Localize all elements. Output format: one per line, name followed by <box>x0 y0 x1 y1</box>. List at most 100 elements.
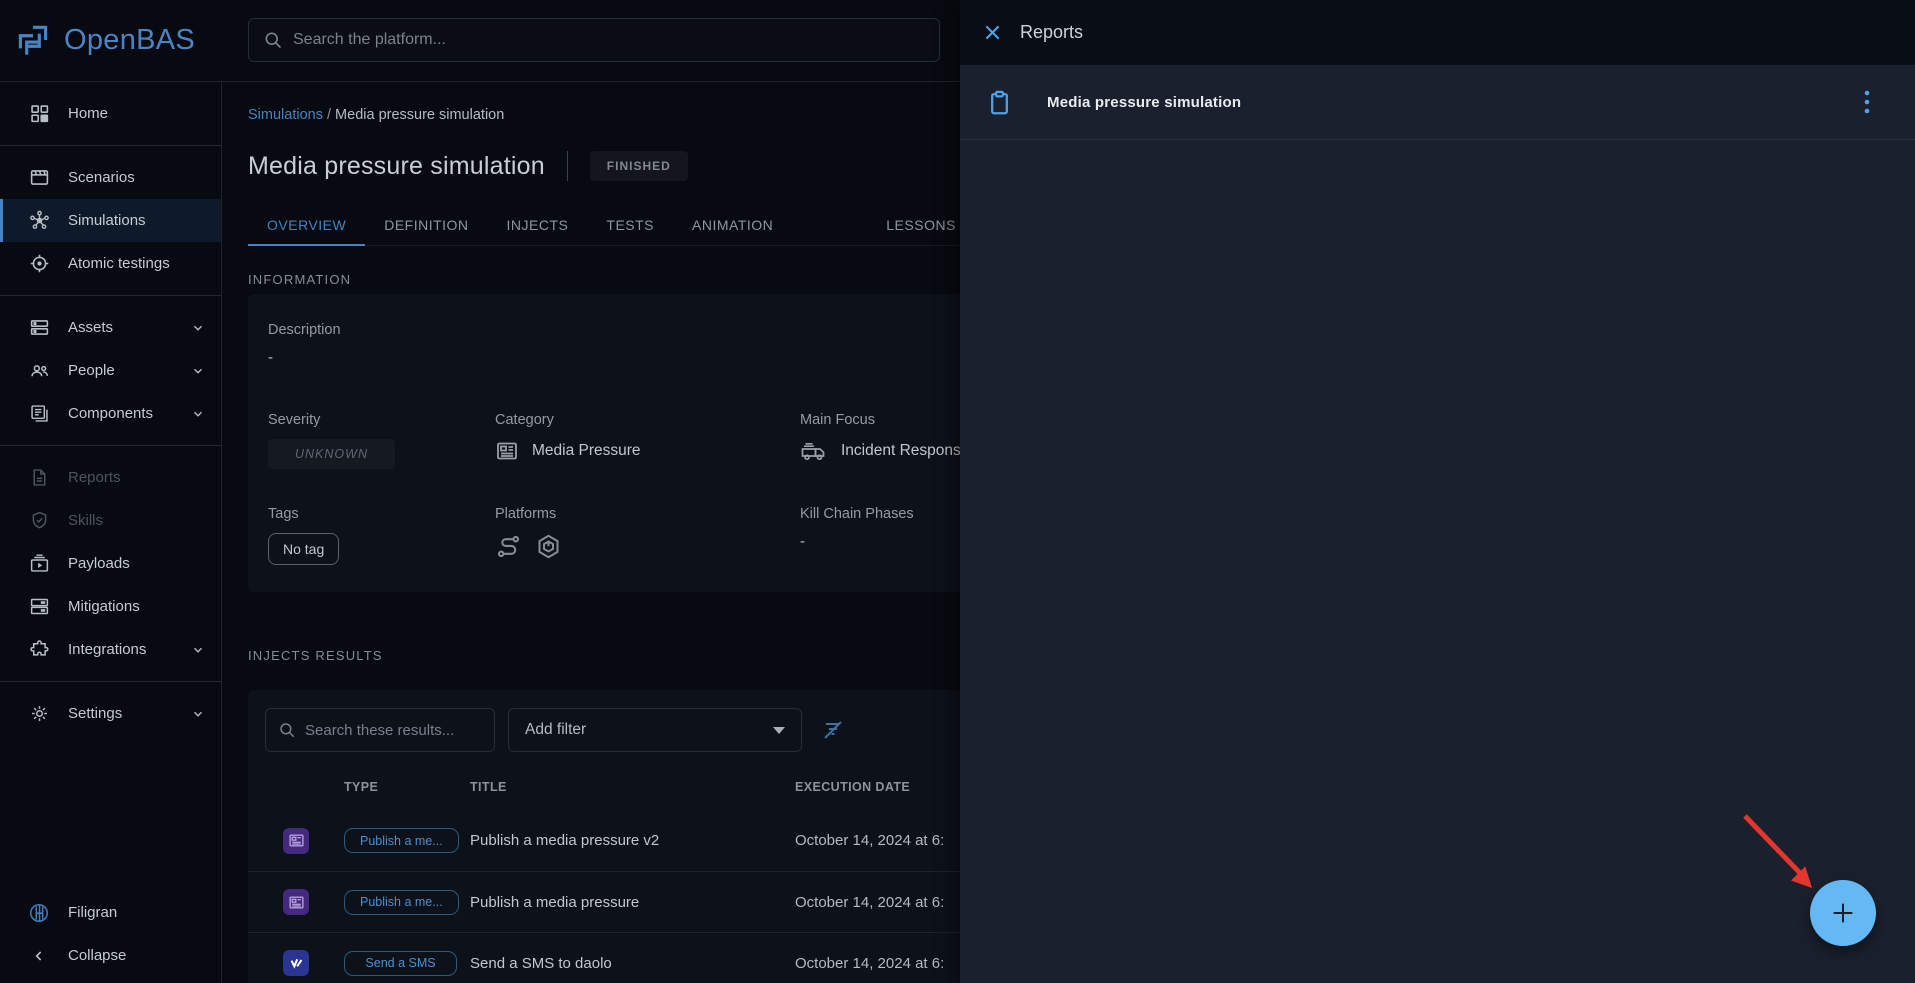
subscriptions-icon <box>28 553 50 574</box>
route-platform-icon <box>495 533 522 560</box>
sidebar-label: People <box>68 362 173 379</box>
shield-check-icon <box>28 510 50 531</box>
no-tag-chip: No tag <box>268 533 339 565</box>
sidebar-label: Collapse <box>68 947 205 964</box>
inject-type-chip[interactable]: Publish a me... <box>344 828 459 853</box>
main-focus-label: Main Focus <box>800 412 969 428</box>
app-logo[interactable]: OpenBAS <box>12 0 195 81</box>
description-label: Description <box>268 322 341 338</box>
tab-animation[interactable]: ANIMATION <box>673 204 792 245</box>
media-pressure-inject-icon <box>283 889 309 915</box>
column-header-title[interactable]: TITLE <box>470 780 795 794</box>
sidebar-item-components[interactable]: Components <box>0 392 221 435</box>
breadcrumb: Simulations / Media pressure simulation <box>248 107 504 123</box>
chevron-down-icon <box>191 643 205 657</box>
tags-label: Tags <box>268 506 339 522</box>
search-input[interactable] <box>293 31 925 49</box>
title-row: Media pressure simulation FINISHED <box>248 146 688 186</box>
movie-icon <box>28 167 50 188</box>
add-report-fab[interactable] <box>1810 880 1876 946</box>
inject-type-chip[interactable]: Send a SMS <box>344 951 457 976</box>
sidebar-item-mitigations[interactable]: Mitigations <box>0 585 221 628</box>
tab-lessons[interactable]: LESSONS <box>867 204 975 245</box>
extension-icon <box>28 639 50 660</box>
results-search-input[interactable] <box>305 722 482 739</box>
tab-injects[interactable]: INJECTS <box>488 204 588 245</box>
sidebar-item-atomic-testings[interactable]: Atomic testings <box>0 242 221 285</box>
severity-field: Severity UNKNOWN <box>268 412 395 469</box>
sidebar-item-integrations[interactable]: Integrations <box>0 628 221 671</box>
inject-title: Publish a media pressure v2 <box>470 832 795 849</box>
sidebar-label: Scenarios <box>68 169 205 186</box>
description-field: Description - <box>268 322 341 366</box>
page-title: Media pressure simulation <box>248 152 545 181</box>
sidebar-item-filigran[interactable]: Filigran <box>0 891 221 934</box>
column-header-type[interactable]: TYPE <box>344 780 470 794</box>
dashboard-icon <box>28 103 50 124</box>
search-icon <box>278 721 296 739</box>
inject-title: Send a SMS to daolo <box>470 955 795 972</box>
gear-icon <box>28 703 50 724</box>
chevron-down-icon <box>191 364 205 378</box>
sidebar-item-scenarios[interactable]: Scenarios <box>0 156 221 199</box>
breadcrumb-separator: / <box>327 107 335 123</box>
reports-drawer: Reports Media pressure simulation <box>960 0 1915 983</box>
firetruck-icon <box>800 439 828 463</box>
status-badge: FINISHED <box>590 151 688 181</box>
sidebar-divider <box>0 295 221 296</box>
breadcrumb-current: Media pressure simulation <box>335 107 504 123</box>
platforms-field: Platforms <box>495 506 562 560</box>
storage-icon <box>28 317 50 338</box>
breadcrumb-simulations-link[interactable]: Simulations <box>248 107 323 123</box>
sidebar-divider <box>0 445 221 446</box>
sidebar-item-reports[interactable]: Reports <box>0 456 221 499</box>
category-value: Media Pressure <box>532 442 641 460</box>
newspaper-icon <box>495 439 519 463</box>
hub-icon <box>28 210 50 231</box>
tab-tests[interactable]: TESTS <box>587 204 673 245</box>
chevron-left-icon <box>28 948 50 964</box>
report-list-item[interactable]: Media pressure simulation <box>960 65 1915 140</box>
sidebar-divider <box>0 145 221 146</box>
sidebar-label: Components <box>68 405 173 422</box>
drawer-title: Reports <box>1020 22 1083 43</box>
sidebar-item-simulations[interactable]: Simulations <box>0 199 221 242</box>
drawer-header: Reports <box>960 0 1915 65</box>
kill-chain-field: Kill Chain Phases - <box>800 506 914 550</box>
close-icon[interactable] <box>982 22 1003 43</box>
openbas-logo-icon <box>12 20 54 62</box>
sidebar-label: Assets <box>68 319 173 336</box>
add-filter-select[interactable]: Add filter <box>508 708 802 752</box>
clipboard-icon <box>986 89 1013 116</box>
clear-filters-icon[interactable] <box>821 718 845 742</box>
sidebar-item-skills[interactable]: Skills <box>0 499 221 542</box>
chevron-down-icon <box>191 407 205 421</box>
plus-icon <box>1828 898 1858 928</box>
sidebar-item-home[interactable]: Home <box>0 92 221 135</box>
platform-search[interactable] <box>248 18 940 62</box>
sidebar-item-payloads[interactable]: Payloads <box>0 542 221 585</box>
sidebar-divider <box>0 681 221 682</box>
kill-chain-value: - <box>800 533 914 550</box>
main-focus-field: Main Focus Incident Response <box>800 412 969 463</box>
chevron-down-icon <box>191 707 205 721</box>
tags-field: Tags No tag <box>268 506 339 565</box>
category-field: Category Media Pressure <box>495 412 641 463</box>
sidebar-label: Payloads <box>68 555 205 572</box>
results-search[interactable] <box>265 708 495 752</box>
title-divider <box>567 151 568 181</box>
kebab-menu-icon[interactable] <box>1863 89 1871 115</box>
tab-overview[interactable]: OVERVIEW <box>248 204 365 245</box>
sidebar-label: Skills <box>68 512 205 529</box>
inject-title: Publish a media pressure <box>470 894 795 911</box>
inject-type-chip[interactable]: Publish a me... <box>344 890 459 915</box>
sidebar-item-assets[interactable]: Assets <box>0 306 221 349</box>
sidebar-collapse-button[interactable]: Collapse <box>0 934 221 977</box>
sidebar-item-people[interactable]: People <box>0 349 221 392</box>
tab-definition[interactable]: DEFINITION <box>365 204 487 245</box>
sidebar-item-settings[interactable]: Settings <box>0 692 221 735</box>
severity-chip: UNKNOWN <box>268 439 395 469</box>
report-title: Media pressure simulation <box>1047 94 1241 111</box>
sidebar-label: Settings <box>68 705 173 722</box>
filigran-logo <box>28 902 50 924</box>
